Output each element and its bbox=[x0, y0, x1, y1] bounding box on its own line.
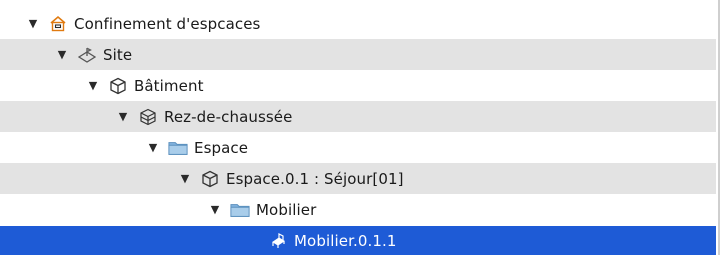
tree-node-label: Espace.0.1 : Séjour[01] bbox=[226, 169, 404, 188]
cube-icon bbox=[200, 169, 220, 189]
tree-node-label: Espace bbox=[194, 138, 249, 157]
folder-icon bbox=[168, 138, 188, 158]
expand-triangle-icon[interactable]: ▼ bbox=[86, 79, 100, 93]
expand-triangle-icon[interactable]: ▼ bbox=[146, 141, 160, 155]
storey-icon bbox=[138, 107, 158, 127]
project-tree: ▼ Confinement d'espcaces ▼ Site ▼ Bâtime… bbox=[0, 0, 720, 255]
expand-triangle-icon[interactable]: ▼ bbox=[208, 203, 222, 217]
expand-triangle-icon[interactable]: ▼ bbox=[26, 17, 40, 31]
expand-triangle-icon[interactable]: ▼ bbox=[116, 110, 130, 124]
furniture-icon bbox=[268, 231, 288, 251]
tree-node-rez-de-chaussee[interactable]: ▼ Rez-de-chaussée bbox=[0, 101, 716, 132]
tree-node-confinement[interactable]: ▼ Confinement d'espcaces bbox=[0, 8, 716, 39]
tree-node-espace-0-1[interactable]: ▼ Espace.0.1 : Séjour[01] bbox=[0, 163, 716, 194]
tree-node-batiment[interactable]: ▼ Bâtiment bbox=[0, 70, 716, 101]
tree-node-label: Site bbox=[103, 45, 133, 64]
tree-node-label: Rez-de-chaussée bbox=[164, 107, 293, 126]
expand-triangle-icon[interactable]: ▼ bbox=[178, 172, 192, 186]
expand-triangle-icon[interactable]: ▼ bbox=[55, 48, 69, 62]
tree-node-label: Mobilier.0.1.1 bbox=[294, 231, 397, 250]
tree-node-mobilier[interactable]: ▼ Mobilier bbox=[0, 194, 716, 225]
building-icon bbox=[48, 14, 68, 34]
tree-node-mobilier-0-1-1[interactable]: Mobilier.0.1.1 bbox=[0, 226, 716, 255]
cube-icon bbox=[108, 76, 128, 96]
tree-node-label: Mobilier bbox=[256, 200, 317, 219]
folder-icon bbox=[230, 200, 250, 220]
tree-node-espace[interactable]: ▼ Espace bbox=[0, 132, 716, 163]
site-icon bbox=[77, 45, 97, 65]
tree-node-label: Bâtiment bbox=[134, 76, 204, 95]
tree-node-label: Confinement d'espcaces bbox=[74, 14, 261, 33]
tree-node-site[interactable]: ▼ Site bbox=[0, 39, 716, 70]
